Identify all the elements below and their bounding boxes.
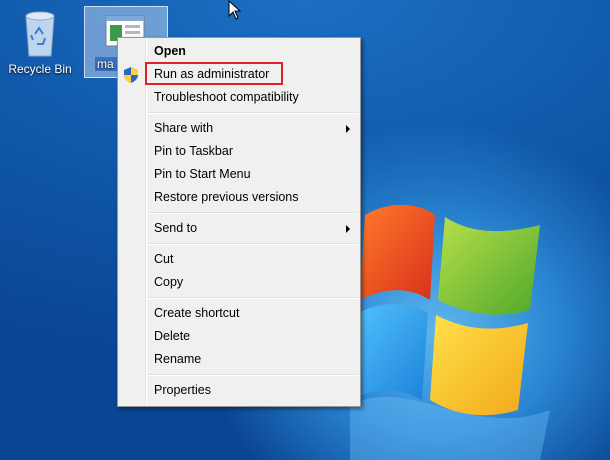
menu-item-share-with[interactable]: Share with	[118, 117, 360, 140]
menu-item-rename[interactable]: Rename	[118, 348, 360, 371]
menu-item-label: Delete	[154, 329, 191, 343]
recycle-bin-label: Recycle Bin	[8, 62, 72, 76]
menu-item-label: Create shortcut	[154, 306, 240, 320]
menu-item-label: Share with	[154, 121, 214, 135]
recycle-bin-icon	[25, 11, 55, 57]
menu-item-pin-to-start-menu[interactable]: Pin to Start Menu	[118, 163, 360, 186]
uac-shield-icon	[124, 67, 138, 83]
menu-separator	[148, 212, 358, 214]
menu-item-label: Pin to Taskbar	[154, 144, 233, 158]
menu-item-label: Restore previous versions	[154, 190, 299, 204]
run-as-admin-highlight-box	[145, 62, 283, 85]
menu-item-open[interactable]: Open	[118, 40, 360, 63]
menu-item-restore-previous-versions[interactable]: Restore previous versions	[118, 186, 360, 209]
menu-item-delete[interactable]: Delete	[118, 325, 360, 348]
menu-item-label: Send to	[154, 221, 198, 235]
menu-separator	[148, 297, 358, 299]
menu-item-label: Cut	[154, 252, 174, 266]
menu-item-create-shortcut[interactable]: Create shortcut	[118, 302, 360, 325]
menu-item-copy[interactable]: Copy	[118, 271, 360, 294]
menu-item-cut[interactable]: Cut	[118, 248, 360, 271]
mouse-pointer-icon	[228, 0, 242, 20]
menu-item-troubleshoot-compatibility[interactable]: Troubleshoot compatibility	[118, 86, 360, 109]
menu-item-label: Rename	[154, 352, 202, 366]
menu-item-label: Properties	[154, 383, 211, 397]
menu-item-label: Copy	[154, 275, 184, 289]
menu-item-label: Troubleshoot compatibility	[154, 90, 299, 104]
context-menu: Open Run as administrator Troubleshoot c…	[117, 37, 361, 407]
menu-item-label: Pin to Start Menu	[154, 167, 251, 181]
submenu-arrow-icon	[346, 225, 350, 233]
recycle-bin-desktop-icon[interactable]: Recycle Bin	[4, 8, 76, 76]
menu-item-label: Open	[154, 44, 186, 58]
menu-separator	[148, 112, 358, 114]
menu-item-properties[interactable]: Properties	[118, 379, 360, 402]
menu-separator	[148, 243, 358, 245]
menu-item-send-to[interactable]: Send to	[118, 217, 360, 240]
windows-logo	[350, 204, 550, 460]
submenu-arrow-icon	[346, 125, 350, 133]
menu-item-pin-to-taskbar[interactable]: Pin to Taskbar	[118, 140, 360, 163]
menu-separator	[148, 374, 358, 376]
